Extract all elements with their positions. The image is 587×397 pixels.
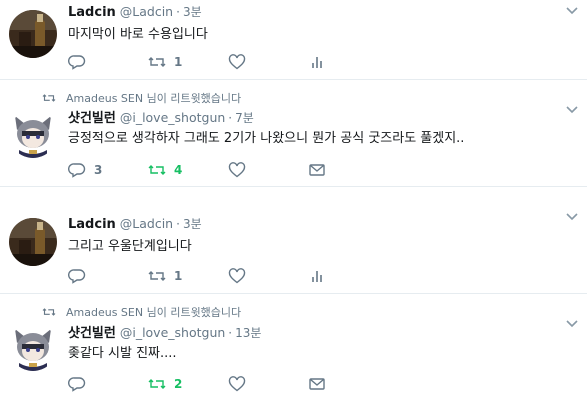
tweet-content: 샷건빌런 @i_love_shotgun · 7분 긍정적으로 생각하자 그래도… — [68, 107, 577, 148]
tweet-actions: 2 — [68, 375, 388, 393]
retweet-icon — [148, 57, 166, 67]
tweet-header: Ladcin @Ladcin · 3분 — [68, 215, 577, 233]
tweet-content: Ladcin @Ladcin · 3분 마지막이 바로 수용입니다 — [68, 3, 577, 44]
username[interactable]: @i_love_shotgun — [120, 325, 225, 340]
separator-dot: · — [228, 111, 233, 125]
reply-count: 3 — [94, 163, 103, 177]
envelope-icon — [309, 164, 325, 176]
fullname[interactable]: Ladcin — [68, 5, 116, 20]
retweet-count: 4 — [174, 163, 183, 177]
timeline: Ladcin @Ladcin · 3분 마지막이 바로 수용입니다 1 Amad… — [0, 0, 587, 397]
reply-icon — [68, 55, 86, 70]
reply-icon — [68, 377, 86, 392]
retweet-count: 1 — [174, 55, 183, 69]
retweet-button[interactable]: 1 — [148, 53, 228, 71]
like-button[interactable] — [228, 375, 308, 393]
username[interactable]: @Ladcin — [120, 4, 173, 19]
heart-icon — [228, 162, 246, 178]
timestamp[interactable]: 3분 — [183, 215, 202, 232]
fullname[interactable]: Ladcin — [68, 217, 116, 232]
reply-icon — [68, 269, 86, 284]
fullname[interactable]: 샷건빌런 — [68, 322, 116, 341]
analytics-icon — [312, 57, 322, 68]
retweet-icon — [148, 271, 166, 281]
timestamp[interactable]: 3분 — [183, 3, 202, 20]
tweet-header: 샷건빌런 @i_love_shotgun · 7분 — [68, 107, 577, 126]
reply-button[interactable] — [68, 267, 148, 285]
like-button[interactable] — [228, 161, 308, 179]
tweet[interactable]: Ladcin @Ladcin · 3분 그리고 우울단계입니다 1 — [0, 188, 587, 294]
like-button[interactable] — [228, 53, 308, 71]
retweet-icon — [148, 165, 166, 175]
reply-button[interactable] — [68, 53, 148, 71]
timestamp[interactable]: 13분 — [235, 324, 261, 341]
retweet-context-text[interactable]: Amadeus SEN 님이 리트윗했습니다 — [66, 304, 241, 320]
tweet-content: Ladcin @Ladcin · 3분 그리고 우울단계입니다 — [68, 215, 577, 256]
tweet-text: 그리고 우울단계입니다 — [68, 239, 192, 254]
separator-dot: · — [176, 217, 180, 231]
tweet-text: 마지막이 바로 수용입니다 — [68, 27, 208, 42]
analytics-button[interactable] — [308, 53, 388, 71]
tweet-text: 긍정적으로 생각하자 그래도 2기가 나왔으니 뭔가 공식 굿즈라도 풀겠지.. — [68, 131, 465, 146]
username[interactable]: @i_love_shotgun — [120, 110, 225, 125]
tweet[interactable]: Ladcin @Ladcin · 3분 마지막이 바로 수용입니다 1 — [0, 0, 587, 80]
tweet-actions: 1 — [68, 267, 388, 285]
retweet-context: Amadeus SEN 님이 리트윗했습니다 — [42, 304, 241, 320]
retweet-context: Amadeus SEN 님이 리트윗했습니다 — [42, 90, 241, 106]
tweet[interactable]: Amadeus SEN 님이 리트윗했습니다 샷건빌런 @i_love_shot… — [0, 81, 587, 187]
message-button[interactable] — [308, 375, 388, 393]
avatar[interactable] — [9, 110, 57, 158]
heart-icon — [228, 376, 246, 392]
separator-dot: · — [228, 326, 233, 340]
tweet-actions: 1 — [68, 53, 388, 71]
heart-icon — [228, 268, 246, 284]
avatar[interactable] — [9, 10, 57, 58]
separator-dot: · — [176, 5, 180, 19]
tweet-actions: 3 4 — [68, 161, 388, 179]
retweet-button[interactable]: 1 — [148, 267, 228, 285]
retweet-button[interactable]: 2 — [148, 375, 228, 393]
retweet-icon — [148, 379, 166, 389]
tweet-text: 좆같다 시발 진짜.... — [68, 346, 177, 361]
retweet-count: 1 — [174, 269, 183, 283]
username[interactable]: @Ladcin — [120, 216, 173, 231]
retweet-icon — [42, 308, 56, 316]
tweet-header: Ladcin @Ladcin · 3분 — [68, 3, 577, 21]
tweet-header: 샷건빌런 @i_love_shotgun · 13분 — [68, 322, 577, 341]
retweet-icon — [42, 94, 56, 102]
tweet-content: 샷건빌런 @i_love_shotgun · 13분 좆같다 시발 진짜.... — [68, 322, 577, 363]
envelope-icon — [309, 378, 325, 390]
timestamp[interactable]: 7분 — [235, 109, 254, 126]
reply-button[interactable] — [68, 375, 148, 393]
avatar[interactable] — [9, 323, 57, 371]
retweet-context-text[interactable]: Amadeus SEN 님이 리트윗했습니다 — [66, 90, 241, 106]
like-button[interactable] — [228, 267, 308, 285]
analytics-button[interactable] — [308, 267, 388, 285]
retweet-count: 2 — [174, 377, 183, 391]
avatar[interactable] — [9, 218, 57, 266]
reply-button[interactable]: 3 — [68, 161, 148, 179]
reply-icon — [68, 163, 86, 178]
analytics-icon — [312, 271, 322, 282]
tweet[interactable]: Amadeus SEN 님이 리트윗했습니다 샷건빌런 @i_love_shot… — [0, 295, 587, 397]
message-button[interactable] — [308, 161, 388, 179]
fullname[interactable]: 샷건빌런 — [68, 107, 116, 126]
heart-icon — [228, 54, 246, 70]
retweet-button[interactable]: 4 — [148, 161, 228, 179]
